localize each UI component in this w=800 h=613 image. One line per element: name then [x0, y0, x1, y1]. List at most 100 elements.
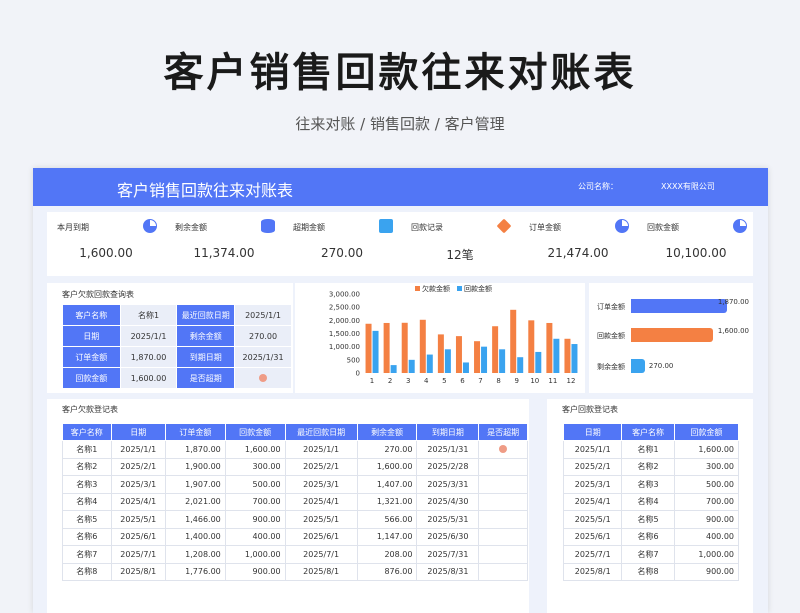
table-cell[interactable]: 1,400.00 [164, 527, 226, 546]
table-cell[interactable]: 名称2 [621, 457, 675, 476]
table-cell[interactable]: 1,466.00 [164, 510, 226, 529]
table-cell[interactable]: 2025/1/1 [284, 440, 358, 459]
table-cell[interactable]: 名称2 [62, 457, 112, 476]
table-cell[interactable]: 名称4 [62, 492, 112, 511]
table-cell[interactable]: 1,776.00 [164, 562, 226, 581]
table-cell[interactable]: 2025/1/1 [110, 440, 166, 459]
table-cell[interactable]: 208.00 [356, 545, 418, 564]
table-cell[interactable]: 2025/2/28 [416, 457, 480, 476]
table-cell[interactable]: 900.00 [224, 562, 286, 581]
table-cell[interactable]: 1,907.00 [164, 475, 226, 494]
column-header[interactable]: 最近回款日期 [284, 423, 358, 441]
table-cell[interactable]: 2025/5/1 [284, 510, 358, 529]
table-cell[interactable]: 1,600.00 [224, 440, 286, 459]
table-cell[interactable] [478, 545, 528, 564]
table-cell[interactable]: 2025/8/1 [284, 562, 358, 581]
table-cell[interactable]: 400.00 [224, 527, 286, 546]
table-cell[interactable] [478, 457, 528, 476]
table-cell[interactable]: 1,600.00 [673, 440, 740, 459]
column-header[interactable]: 是否超期 [478, 423, 528, 441]
table-cell[interactable]: 1,870.00 [164, 440, 226, 459]
table-cell[interactable]: 2025/6/1 [284, 527, 358, 546]
table-cell[interactable]: 400.00 [673, 527, 740, 546]
table-cell[interactable]: 名称3 [621, 475, 675, 494]
table-cell[interactable]: 1,407.00 [356, 475, 418, 494]
column-header[interactable]: 客户名称 [62, 423, 112, 441]
column-header[interactable]: 日期 [110, 423, 166, 441]
table-cell[interactable]: 2025/2/1 [284, 457, 358, 476]
table-cell[interactable] [478, 475, 528, 494]
table-cell[interactable]: 名称5 [62, 510, 112, 529]
table-cell[interactable]: 900.00 [673, 562, 740, 581]
table-cell[interactable]: 2025/1/1 [562, 440, 623, 459]
table-cell[interactable]: 2025/3/1 [562, 475, 623, 494]
table-cell[interactable]: 2025/4/1 [562, 492, 623, 511]
table-cell[interactable]: 2025/6/30 [416, 527, 480, 546]
table-cell[interactable]: 700.00 [673, 492, 740, 511]
table-cell[interactable]: 名称4 [621, 492, 675, 511]
table-cell[interactable]: 名称3 [62, 475, 112, 494]
table-cell[interactable]: 500.00 [673, 475, 740, 494]
table-cell[interactable]: 2025/7/1 [110, 545, 166, 564]
table-cell[interactable]: 名称1 [62, 440, 112, 459]
table-cell[interactable]: 名称5 [621, 510, 675, 529]
table-cell[interactable] [478, 527, 528, 546]
table-cell[interactable]: 2025/3/1 [110, 475, 166, 494]
table-cell[interactable]: 876.00 [356, 562, 418, 581]
table-cell[interactable]: 900.00 [224, 510, 286, 529]
table-cell[interactable]: 1,000.00 [673, 545, 740, 564]
table-cell[interactable]: 566.00 [356, 510, 418, 529]
table-cell[interactable]: 300.00 [224, 457, 286, 476]
table-cell[interactable]: 2025/5/1 [110, 510, 166, 529]
table-cell[interactable]: 2025/2/1 [110, 457, 166, 476]
table-cell[interactable]: 2025/5/31 [416, 510, 480, 529]
table-cell[interactable]: 名称6 [621, 527, 675, 546]
table-cell[interactable]: 700.00 [224, 492, 286, 511]
table-cell[interactable]: 2025/1/31 [416, 440, 480, 459]
table-cell[interactable]: 900.00 [673, 510, 740, 529]
table-cell[interactable]: 2025/8/1 [110, 562, 166, 581]
table-cell[interactable]: 2,021.00 [164, 492, 226, 511]
table-cell[interactable]: 名称6 [62, 527, 112, 546]
table-cell[interactable]: 2025/6/1 [562, 527, 623, 546]
overdue-cell[interactable] [478, 440, 528, 459]
table-cell[interactable]: 2025/7/31 [416, 545, 480, 564]
column-header[interactable]: 剩余金额 [356, 423, 418, 441]
table-cell[interactable]: 1,208.00 [164, 545, 226, 564]
table-cell[interactable] [478, 562, 528, 581]
table-cell[interactable] [478, 492, 528, 511]
column-header[interactable]: 回款金额 [224, 423, 286, 441]
column-header[interactable]: 订单金额 [164, 423, 226, 441]
table-cell[interactable]: 1,900.00 [164, 457, 226, 476]
table-cell[interactable]: 2025/6/1 [110, 527, 166, 546]
table-cell[interactable]: 2025/3/31 [416, 475, 480, 494]
table-cell[interactable]: 270.00 [356, 440, 418, 459]
table-cell[interactable]: 2025/4/30 [416, 492, 480, 511]
table-cell[interactable]: 1,321.00 [356, 492, 418, 511]
table-cell[interactable]: 2025/7/1 [562, 545, 623, 564]
column-header[interactable]: 日期 [562, 423, 623, 441]
table-cell[interactable]: 1,000.00 [224, 545, 286, 564]
table-cell[interactable]: 2025/8/31 [416, 562, 480, 581]
company-value[interactable]: XXXX有限公司 [661, 181, 715, 192]
table-cell[interactable]: 2025/5/1 [562, 510, 623, 529]
column-header[interactable]: 到期日期 [416, 423, 480, 441]
column-header[interactable]: 回款金额 [673, 423, 740, 441]
table-cell[interactable]: 300.00 [673, 457, 740, 476]
table-cell[interactable]: 名称7 [621, 545, 675, 564]
table-cell[interactable]: 2025/4/1 [284, 492, 358, 511]
column-header[interactable]: 客户名称 [621, 423, 675, 441]
table-cell[interactable]: 2025/7/1 [284, 545, 358, 564]
table-cell[interactable]: 名称8 [62, 562, 112, 581]
query-customer-select[interactable]: 名称1 [119, 304, 178, 326]
table-cell[interactable]: 1,600.00 [356, 457, 418, 476]
table-cell[interactable]: 500.00 [224, 475, 286, 494]
table-cell[interactable]: 名称7 [62, 545, 112, 564]
table-cell[interactable]: 1,147.00 [356, 527, 418, 546]
table-cell[interactable]: 名称1 [621, 440, 675, 459]
table-cell[interactable]: 2025/4/1 [110, 492, 166, 511]
table-cell[interactable]: 2025/3/1 [284, 475, 358, 494]
table-cell[interactable]: 2025/8/1 [562, 562, 623, 581]
table-cell[interactable]: 名称8 [621, 562, 675, 581]
table-cell[interactable]: 2025/2/1 [562, 457, 623, 476]
